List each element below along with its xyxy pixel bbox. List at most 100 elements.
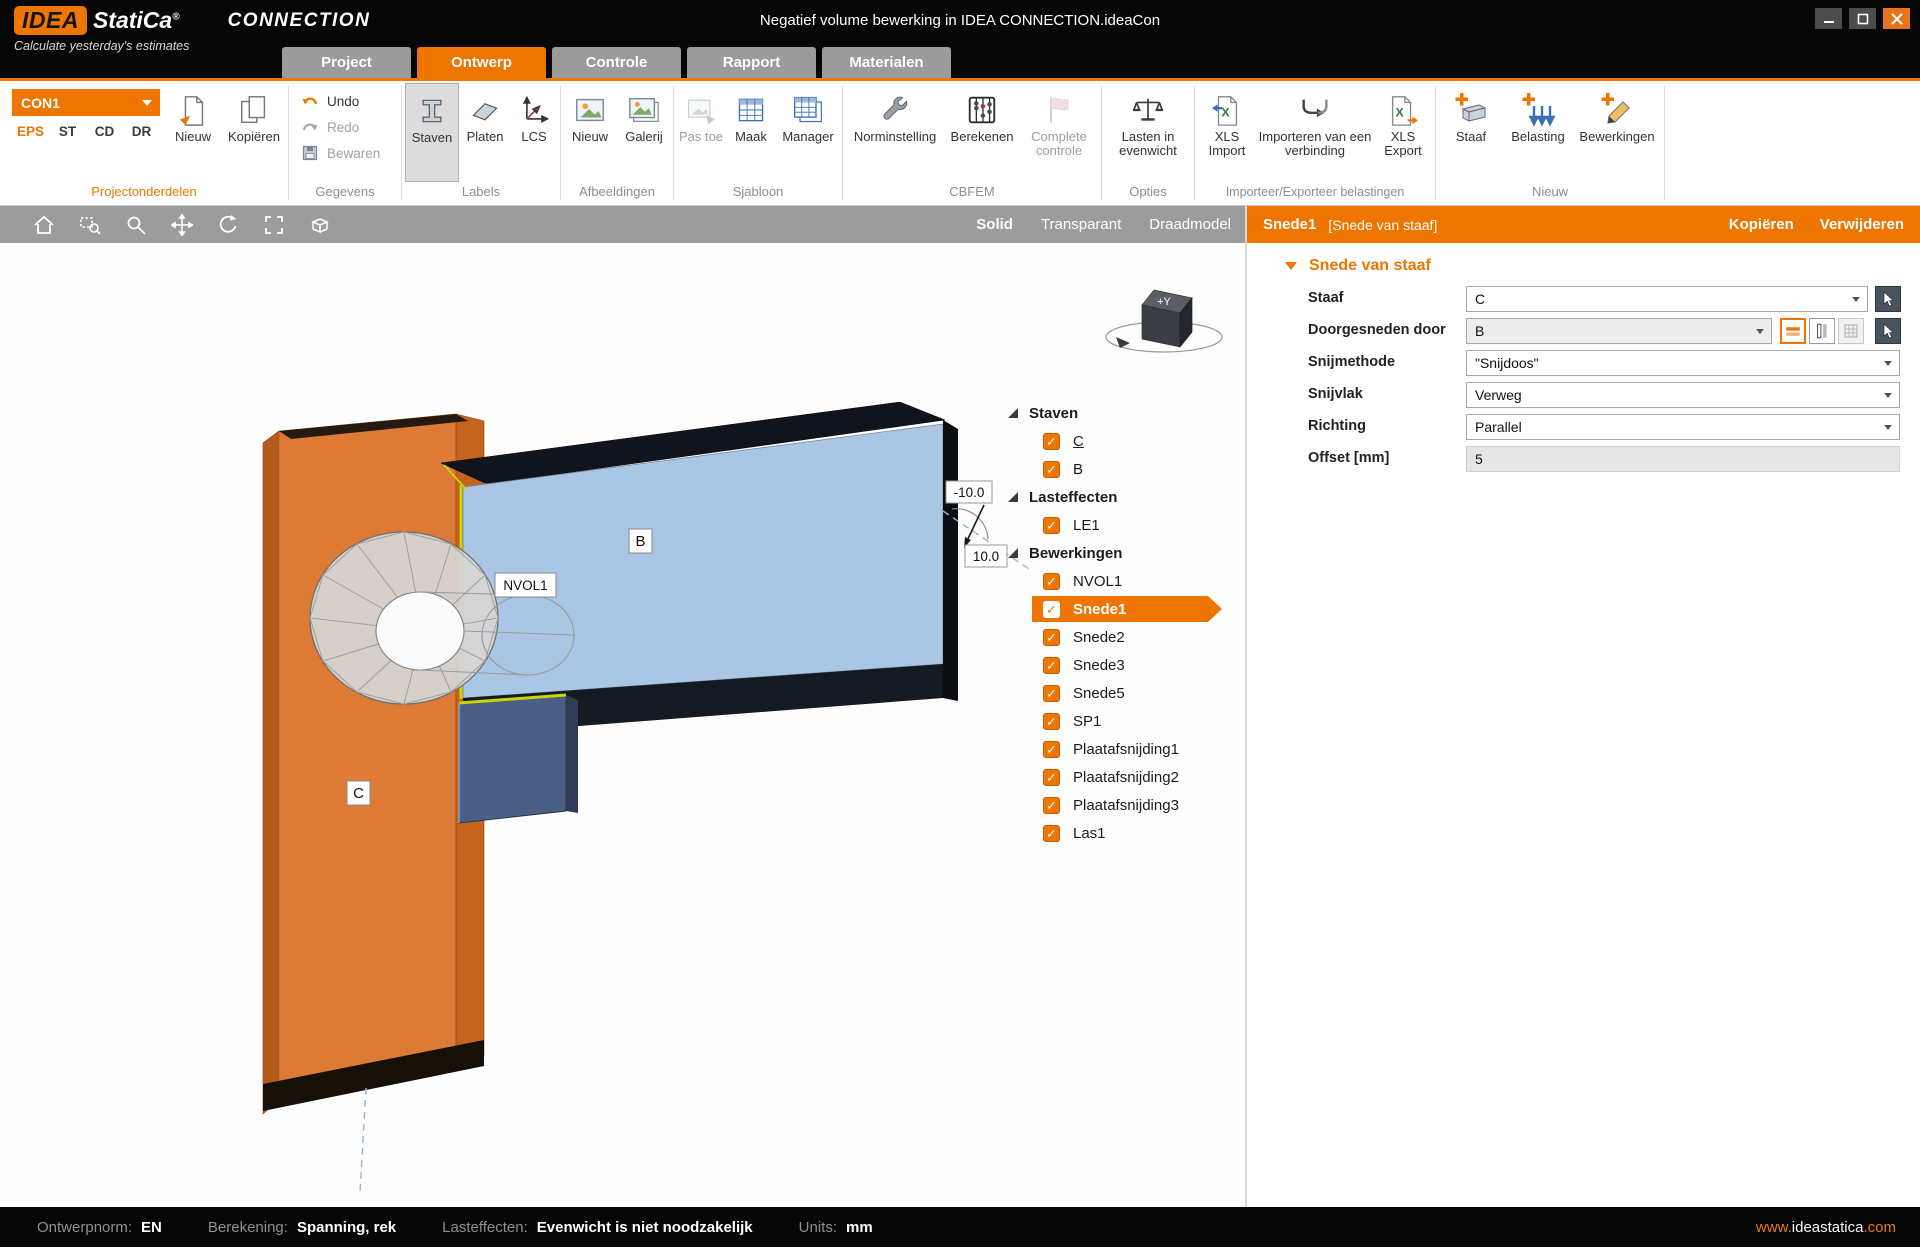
cut-method-select[interactable]: "Snijdoos" xyxy=(1466,350,1900,376)
app-name: CONNECTION xyxy=(228,10,371,32)
section-view-button[interactable] xyxy=(302,210,338,240)
close-button[interactable] xyxy=(1883,8,1910,29)
copy-operation-button[interactable]: Kopiëren xyxy=(1729,216,1794,233)
tab-ontwerp[interactable]: Ontwerp xyxy=(417,47,546,78)
checkbox-checked-icon[interactable] xyxy=(1043,769,1060,786)
beam-b-solid[interactable] xyxy=(441,402,958,735)
platen-toggle-button[interactable]: Platen xyxy=(459,83,511,182)
checkbox-checked-icon[interactable] xyxy=(1043,461,1060,478)
new-image-button[interactable]: Nieuw xyxy=(563,83,617,182)
pick-cut-member-button[interactable] xyxy=(1875,318,1901,344)
apply-template-button[interactable]: Pas toe xyxy=(677,83,725,182)
idea-logo: IDEA xyxy=(14,6,87,35)
minimize-button[interactable] xyxy=(1815,8,1842,29)
new-load-button[interactable]: Belasting xyxy=(1503,83,1573,182)
xls-export-button[interactable]: X XLS Export xyxy=(1374,83,1432,182)
loads-in-equilibrium-button[interactable]: Lasten in evenwicht xyxy=(1107,83,1189,182)
cut-plane-select[interactable]: Verweg xyxy=(1466,382,1900,408)
tree-item-snede3: Snede3 xyxy=(1004,651,1222,679)
section-collapse-icon[interactable] xyxy=(1285,262,1297,270)
stiffener-plate[interactable] xyxy=(459,695,578,823)
complete-check-button[interactable]: Complete controle xyxy=(1019,83,1099,182)
checkbox-checked-icon[interactable] xyxy=(1043,685,1060,702)
cut-plane-vertical-button[interactable] xyxy=(1809,318,1835,344)
tree-item-snede1-selected[interactable]: Snede1 xyxy=(1004,595,1222,623)
tree-expander-icon[interactable] xyxy=(1008,492,1018,502)
xls-import-button[interactable]: X XLS Import xyxy=(1198,83,1256,182)
mode-eps-button[interactable]: EPS xyxy=(12,124,49,139)
tree-expander-icon[interactable] xyxy=(1008,408,1018,418)
checkbox-checked-icon[interactable] xyxy=(1043,797,1060,814)
wireframe-mode-button[interactable]: Draadmodel xyxy=(1149,216,1231,233)
create-template-button[interactable]: Maak xyxy=(725,83,777,182)
mode-cd-button[interactable]: CD xyxy=(86,124,123,139)
column-c-solid[interactable] xyxy=(263,414,484,1114)
checkbox-checked-icon[interactable] xyxy=(1043,657,1060,674)
transparent-mode-button[interactable]: Transparant xyxy=(1041,216,1121,233)
zoom-window-button[interactable] xyxy=(72,210,108,240)
checkbox-checked-icon[interactable] xyxy=(1043,433,1060,450)
cut-by-select[interactable]: B xyxy=(1466,318,1772,344)
ribbon-group-gegevens: Undo Redo Bewaren Gegevens xyxy=(289,81,401,205)
mode-dr-button[interactable]: DR xyxy=(123,124,160,139)
solid-mode-button[interactable]: Solid xyxy=(976,216,1013,233)
checkbox-checked-icon[interactable] xyxy=(1043,601,1060,618)
checkbox-checked-icon[interactable] xyxy=(1043,713,1060,730)
home-icon xyxy=(33,214,55,236)
pick-member-button[interactable] xyxy=(1875,286,1901,312)
pan-icon xyxy=(171,214,193,236)
pan-button[interactable] xyxy=(164,210,200,240)
new-project-item-button[interactable]: Nieuw xyxy=(164,83,222,182)
website-link[interactable]: www.ideastatica.com xyxy=(1756,1219,1896,1236)
staven-toggle-button[interactable]: Staven xyxy=(405,83,459,182)
model-tree: Staven C B Lasteffecten LE1 Bewerkingen xyxy=(1004,399,1222,847)
cut-plane-grid-button[interactable] xyxy=(1838,318,1864,344)
template-apply-icon xyxy=(685,90,717,130)
tab-project[interactable]: Project xyxy=(282,47,411,78)
ribbon: CON1 EPS ST CD DR Nieuw Kopi xyxy=(0,81,1920,206)
checkbox-checked-icon[interactable] xyxy=(1043,517,1060,534)
checkbox-checked-icon[interactable] xyxy=(1043,825,1060,842)
calculate-button[interactable]: Berekenen xyxy=(945,83,1019,182)
checkbox-checked-icon[interactable] xyxy=(1043,573,1060,590)
import-connection-button[interactable]: Importeren van een verbinding xyxy=(1256,83,1374,182)
member-select[interactable]: C xyxy=(1466,286,1868,312)
zoom-button[interactable] xyxy=(118,210,154,240)
tab-controle[interactable]: Controle xyxy=(552,47,681,78)
save-button[interactable]: Bewaren xyxy=(301,144,380,162)
checkbox-checked-icon[interactable] xyxy=(1043,629,1060,646)
tab-rapport[interactable]: Rapport xyxy=(687,47,816,78)
direction-select[interactable]: Parallel xyxy=(1466,414,1900,440)
tree-expander-icon[interactable] xyxy=(1008,548,1018,558)
code-setup-button[interactable]: Norminstelling xyxy=(845,83,945,182)
tree-item-c: C xyxy=(1004,427,1222,455)
redo-button[interactable]: Redo xyxy=(301,118,380,136)
gallery-button[interactable]: Galerij xyxy=(617,83,671,182)
3d-viewport[interactable]: -10.0 10.0 B C NVOL1 xyxy=(0,243,1245,1207)
tree-item-le1: LE1 xyxy=(1004,511,1222,539)
new-operation-button[interactable]: Bewerkingen xyxy=(1573,83,1661,182)
view-cube[interactable]: +Y xyxy=(1106,290,1222,352)
cursor-icon xyxy=(1881,291,1895,307)
undo-button[interactable]: Undo xyxy=(301,92,380,110)
offset-input[interactable]: 5 xyxy=(1466,446,1900,472)
cut-plane-horizontal-button[interactable] xyxy=(1780,318,1806,344)
grid-icon xyxy=(735,90,767,130)
fit-view-button[interactable] xyxy=(256,210,292,240)
delete-operation-button[interactable]: Verwijderen xyxy=(1820,216,1904,233)
maximize-button[interactable] xyxy=(1849,8,1876,29)
properties-section-title: Snede van staaf xyxy=(1309,257,1431,275)
home-view-button[interactable] xyxy=(26,210,62,240)
ribbon-separator xyxy=(1664,86,1665,200)
tab-materialen[interactable]: Materialen xyxy=(822,47,951,78)
checkbox-checked-icon[interactable] xyxy=(1043,741,1060,758)
mode-st-button[interactable]: ST xyxy=(49,124,86,139)
copy-project-item-button[interactable]: Kopiëren xyxy=(222,83,286,182)
new-member-button[interactable]: Staaf xyxy=(1439,83,1503,182)
lcs-toggle-button[interactable]: LCS xyxy=(511,83,557,182)
project-item-select[interactable]: CON1 xyxy=(12,89,160,116)
save-icon xyxy=(301,144,319,162)
rotate-button[interactable] xyxy=(210,210,246,240)
template-manager-button[interactable]: Manager xyxy=(777,83,839,182)
viewport-toolbar: Solid Transparant Draadmodel xyxy=(0,206,1245,243)
